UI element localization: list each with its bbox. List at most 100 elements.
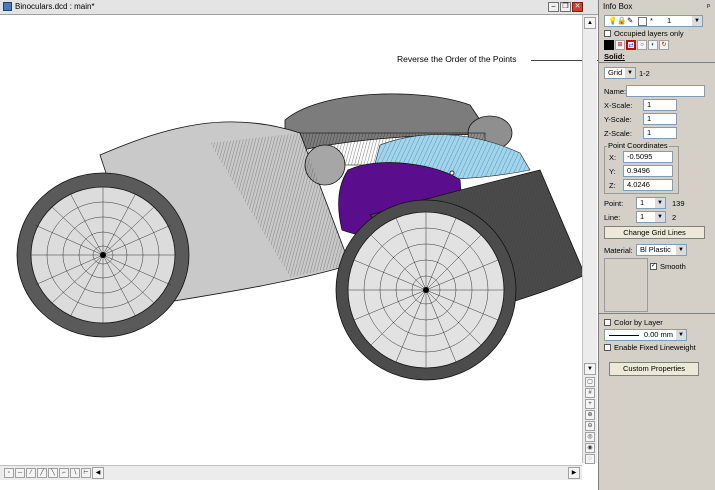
info-box-panel: Info Box ᵖ 💡 🔒 ✎ * 1 ▼ Occupied layers o… bbox=[599, 0, 715, 490]
info-box-header: Info Box ᵖ bbox=[599, 0, 715, 14]
occupied-layers-checkbox[interactable] bbox=[604, 30, 611, 37]
pin-icon[interactable]: ᵖ bbox=[707, 2, 710, 11]
minimize-button[interactable]: – bbox=[548, 2, 559, 12]
occupied-layers-label: Occupied layers only bbox=[614, 29, 684, 38]
zoom-out-icon[interactable]: ⊖ bbox=[585, 421, 595, 431]
chevron-down-icon: ▼ bbox=[676, 330, 686, 340]
object-type-dropdown[interactable]: Grid ▼ bbox=[604, 67, 636, 79]
chevron-down-icon: ▼ bbox=[655, 198, 665, 208]
reverse-points-icon[interactable]: ⇄ bbox=[626, 40, 636, 50]
smooth-checkbox[interactable]: ✓ bbox=[650, 263, 657, 270]
point-dropdown[interactable]: 1 ▼ bbox=[636, 197, 666, 209]
object-type-value: Grid bbox=[608, 68, 623, 77]
drawing-window: Binoculars.dcd : main* – ❐ ✕ Reverse the… bbox=[0, 0, 599, 490]
rotate-tool-icon[interactable]: ↻ bbox=[659, 40, 669, 50]
zoom-all-icon[interactable]: ◎ bbox=[585, 432, 595, 442]
line-sample-icon bbox=[609, 335, 639, 336]
info-box-title: Info Box bbox=[603, 2, 633, 11]
view-tab-2-icon[interactable]: ─ bbox=[15, 468, 25, 478]
y-scale-field[interactable]: 1 bbox=[643, 113, 677, 125]
grid-tool-icon[interactable]: ⊞ bbox=[615, 40, 625, 50]
view-tab-4-icon[interactable]: ╱ bbox=[37, 468, 47, 478]
circle-tool-icon[interactable]: ○ bbox=[637, 40, 647, 50]
restore-button[interactable]: ❐ bbox=[560, 2, 571, 12]
scroll-left-icon[interactable]: ◀ bbox=[92, 467, 104, 479]
chevron-down-icon: ▼ bbox=[692, 16, 702, 26]
star-icon: * bbox=[650, 16, 653, 25]
y-coord-label: Y: bbox=[609, 167, 616, 176]
pencil-icon: ✎ bbox=[627, 16, 634, 25]
name-label: Name: bbox=[604, 87, 627, 96]
point-value: 1 bbox=[640, 198, 645, 207]
x-coord-label: X: bbox=[609, 153, 617, 162]
z-scale-label: Z-Scale: bbox=[604, 129, 632, 138]
point-total: 139 bbox=[672, 199, 685, 208]
zoom-window-icon[interactable]: ▢ bbox=[585, 377, 595, 387]
view-tab-3-icon[interactable]: ⁄ bbox=[26, 468, 36, 478]
color-by-layer-label: Color by Layer bbox=[614, 318, 663, 327]
lightbulb-icon: 💡 bbox=[608, 16, 618, 25]
vertical-scrollbar[interactable]: ▲ ▼ ▢ # + ⊕ ⊖ ◎ ◉ ◌ bbox=[582, 15, 597, 464]
z-scale-field[interactable]: 1 bbox=[643, 127, 677, 139]
document-icon bbox=[3, 2, 12, 11]
view-tab-7-icon[interactable]: ∖ bbox=[70, 468, 80, 478]
material-preview bbox=[604, 258, 648, 312]
paint-tool-icon[interactable]: ◐ bbox=[648, 40, 658, 50]
window-title: Binoculars.dcd : main* bbox=[15, 2, 95, 11]
section-divider bbox=[599, 62, 715, 63]
point-coordinates-title: Point Coordinates bbox=[607, 141, 669, 150]
custom-properties-button[interactable]: Custom Properties bbox=[609, 362, 699, 376]
z-coord-label: Z: bbox=[609, 181, 616, 190]
zoom-previous-icon[interactable]: ◉ bbox=[585, 443, 595, 453]
lineweight-value: 0.00 mm bbox=[643, 330, 673, 339]
close-button[interactable]: ✕ bbox=[572, 2, 583, 12]
chevron-down-icon: ▼ bbox=[625, 68, 635, 78]
color-swatch-icon bbox=[638, 17, 647, 26]
enable-fixed-lineweight-checkbox[interactable] bbox=[604, 344, 611, 351]
view-tab-1-icon[interactable]: ▫ bbox=[4, 468, 14, 478]
pan-icon[interactable]: + bbox=[585, 399, 595, 409]
lock-icon: 🔒 bbox=[617, 16, 627, 25]
line-total: 2 bbox=[672, 213, 677, 222]
callout-label: Reverse the Order of the Points bbox=[397, 54, 517, 64]
horizontal-scrollbar[interactable]: ▫ ─ ⁄ ╱ ╲ ⌐ ∖ ⊢ ◀ ▶ bbox=[0, 465, 582, 480]
chevron-down-icon: ▼ bbox=[655, 212, 665, 222]
line-value: 1 bbox=[640, 212, 645, 221]
zoom-in-icon[interactable]: ⊕ bbox=[585, 410, 595, 420]
view-tab-5-icon[interactable]: ╲ bbox=[48, 468, 58, 478]
z-coord-field[interactable]: 4.0246 bbox=[623, 179, 673, 191]
point-label: Point: bbox=[604, 199, 624, 208]
line-label: Line: bbox=[604, 213, 621, 222]
zoom-extents-icon[interactable]: ◌ bbox=[585, 454, 595, 464]
x-coord-field[interactable]: -0.5095 bbox=[623, 151, 673, 163]
layer-value: 1 bbox=[667, 16, 672, 25]
name-field[interactable] bbox=[626, 85, 705, 97]
view-tab-6-icon[interactable]: ⌐ bbox=[59, 468, 69, 478]
material-value: Bl Plastic bbox=[640, 245, 671, 254]
grid-icon[interactable]: # bbox=[585, 388, 595, 398]
color-by-layer-checkbox[interactable] bbox=[604, 319, 611, 326]
color-black-icon[interactable] bbox=[604, 40, 614, 50]
y-scale-label: Y-Scale: bbox=[604, 115, 632, 124]
scroll-up-icon[interactable]: ▲ bbox=[584, 17, 596, 29]
section-divider bbox=[599, 313, 715, 314]
enable-fixed-lineweight-label: Enable Fixed Lineweight bbox=[614, 343, 696, 352]
y-coord-field[interactable]: 0.9496 bbox=[623, 165, 673, 177]
material-label: Material: bbox=[604, 246, 633, 255]
x-scale-label: X-Scale: bbox=[604, 101, 633, 110]
lineweight-dropdown[interactable]: 0.00 mm ▼ bbox=[604, 329, 687, 341]
scroll-right-icon[interactable]: ▶ bbox=[568, 467, 580, 479]
object-range: 1-2 bbox=[639, 69, 650, 78]
x-scale-field[interactable]: 1 bbox=[643, 99, 677, 111]
view-tab-8-icon[interactable]: ⊢ bbox=[81, 468, 91, 478]
solid-label: Solid: bbox=[604, 52, 625, 61]
chevron-down-icon: ▼ bbox=[676, 245, 686, 255]
material-dropdown[interactable]: Bl Plastic ▼ bbox=[636, 244, 687, 256]
scroll-down-icon[interactable]: ▼ bbox=[584, 363, 596, 375]
binoculars-3d-drawing[interactable] bbox=[0, 15, 582, 465]
smooth-label: Smooth bbox=[660, 262, 686, 271]
change-grid-lines-button[interactable]: Change Grid Lines bbox=[604, 226, 705, 239]
layer-dropdown[interactable]: 💡 🔒 ✎ * 1 ▼ bbox=[604, 15, 703, 27]
window-titlebar: Binoculars.dcd : main* – ❐ ✕ bbox=[0, 0, 598, 15]
line-dropdown[interactable]: 1 ▼ bbox=[636, 211, 666, 223]
